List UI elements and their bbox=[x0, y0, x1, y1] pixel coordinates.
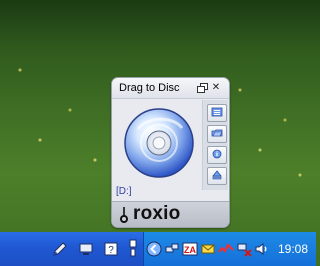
usb-icon[interactable] bbox=[127, 238, 139, 258]
monitor-icon[interactable] bbox=[78, 241, 94, 257]
open-button[interactable] bbox=[207, 125, 227, 143]
system-tray: ZA 19:08 bbox=[143, 232, 316, 266]
network-icon[interactable] bbox=[164, 241, 180, 257]
close-button[interactable]: ✕ bbox=[210, 82, 222, 94]
brand-text: roxio bbox=[133, 203, 181, 224]
drag-to-disc-window[interactable]: Drag to Disc ✕ [D:] roxio bbox=[111, 77, 230, 228]
pen-icon[interactable] bbox=[52, 241, 68, 257]
quick-launch: ? bbox=[0, 232, 142, 266]
help-icon[interactable]: ? bbox=[103, 241, 119, 257]
restore-button[interactable] bbox=[196, 82, 208, 94]
title-bar[interactable]: Drag to Disc ✕ bbox=[112, 78, 229, 99]
svg-text:ZA: ZA bbox=[184, 245, 196, 255]
clock[interactable]: 19:08 bbox=[278, 242, 308, 256]
menu-icon bbox=[211, 107, 223, 117]
activity-icon[interactable] bbox=[218, 241, 234, 257]
brand-bar: roxio bbox=[112, 201, 229, 227]
close-icon: ✕ bbox=[211, 82, 221, 93]
folder-open-icon bbox=[211, 129, 223, 137]
network-warning-icon[interactable] bbox=[236, 241, 252, 257]
window-title: Drag to Disc bbox=[119, 82, 180, 94]
roxio-logo-icon bbox=[120, 207, 128, 223]
info-button[interactable] bbox=[207, 146, 227, 164]
svg-text:?: ? bbox=[108, 245, 114, 256]
taskbar: ? ZA 19:08 bbox=[0, 232, 316, 266]
arrow-left-icon[interactable] bbox=[146, 241, 162, 257]
eject-icon bbox=[212, 170, 222, 180]
info-icon bbox=[212, 149, 222, 159]
zonealarm-icon[interactable]: ZA bbox=[182, 241, 198, 257]
menu-button[interactable] bbox=[207, 104, 227, 122]
disc-actions-strip bbox=[202, 100, 228, 190]
disc-drop-target[interactable] bbox=[118, 104, 200, 182]
speaker-icon[interactable] bbox=[254, 241, 270, 257]
disc-icon bbox=[124, 108, 194, 178]
drive-label: [D:] bbox=[116, 186, 132, 197]
eject-button[interactable] bbox=[207, 167, 227, 185]
envelope-icon[interactable] bbox=[200, 241, 216, 257]
